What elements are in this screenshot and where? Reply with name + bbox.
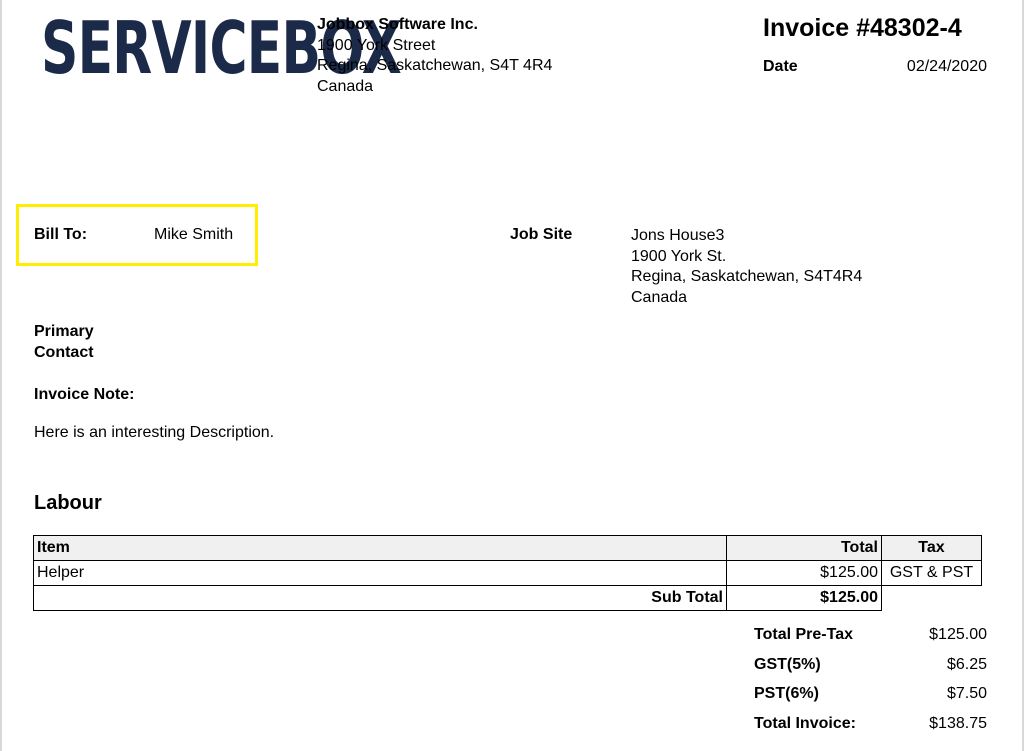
company-name: Jobbox Software Inc. [317, 16, 478, 33]
job-site-label: Job Site [510, 226, 573, 243]
primary-contact-label: Primary Contact [34, 321, 114, 363]
labour-section-title: Labour [34, 492, 102, 514]
invoice-note-label: Invoice Note: [34, 386, 135, 403]
labour-table-header: Item Total Tax [33, 535, 982, 561]
company-address-line: Regina, Saskatchewan, S4T 4R4 [317, 57, 553, 74]
job-site-address-line: Canada [631, 288, 688, 306]
row-item: Helper [33, 560, 727, 586]
table-row: Helper $125.00 GST & PST [33, 560, 982, 586]
bill-to-label: Bill To: [34, 226, 88, 243]
company-address-line: Canada [317, 77, 374, 95]
company-address-line: 1900 York Street [317, 36, 436, 54]
totals-row: GST(5%) $6.25 [754, 656, 987, 686]
company-info: Jobbox Software Inc. 1900 York Street Re… [317, 15, 552, 97]
total-pre-tax-value: $125.00 [929, 626, 987, 643]
gst-label: GST(5%) [754, 655, 821, 673]
date-value: 02/24/2020 [906, 58, 987, 75]
total-invoice-value: $138.75 [929, 714, 987, 732]
date-label: Date [763, 58, 798, 75]
row-total: $125.00 [726, 560, 882, 586]
bill-to-name: Mike Smith [154, 226, 234, 243]
row-tax: GST & PST [881, 560, 982, 586]
total-invoice-label: Total Invoice: [754, 714, 856, 732]
totals-row: PST(6%) $7.50 [754, 685, 987, 715]
job-site-address-line: Regina, Saskatchewan, S4T4R4 [631, 268, 863, 285]
subtotal-row: Sub Total $125.00 [33, 585, 982, 611]
subtotal-label: Sub Total [33, 585, 727, 611]
page-edge-left [0, 0, 2, 751]
subtotal-empty-cell [882, 586, 982, 611]
invoice-note-text: Here is an interesting Description. [34, 424, 275, 441]
job-site-address: Jons House3 1900 York St. Regina, Saskat… [631, 226, 862, 308]
column-header-tax: Tax [881, 535, 982, 561]
total-pre-tax-label: Total Pre-Tax [754, 626, 853, 643]
job-site-address-line: 1900 York St. [631, 247, 727, 265]
totals-row: Total Invoice: $138.75 [754, 715, 987, 745]
invoice-title: Invoice #48302-4 [763, 14, 962, 42]
subtotal-value: $125.00 [726, 585, 882, 611]
totals-summary: Total Pre-Tax $125.00 GST(5%) $6.25 PST(… [754, 626, 987, 744]
primary-contact-label-line1: Primary [34, 323, 94, 340]
pst-value: $7.50 [946, 685, 987, 702]
labour-table: Item Total Tax Helper $125.00 GST & PST … [33, 535, 982, 611]
job-site-address-line: Jons House3 [631, 227, 725, 244]
column-header-total: Total [726, 535, 882, 561]
primary-contact-label-line2: Contact [34, 344, 94, 361]
totals-row: Total Pre-Tax $125.00 [754, 626, 987, 656]
pst-label: PST(6%) [754, 685, 819, 702]
gst-value: $6.25 [946, 655, 987, 673]
column-header-item: Item [33, 535, 727, 561]
